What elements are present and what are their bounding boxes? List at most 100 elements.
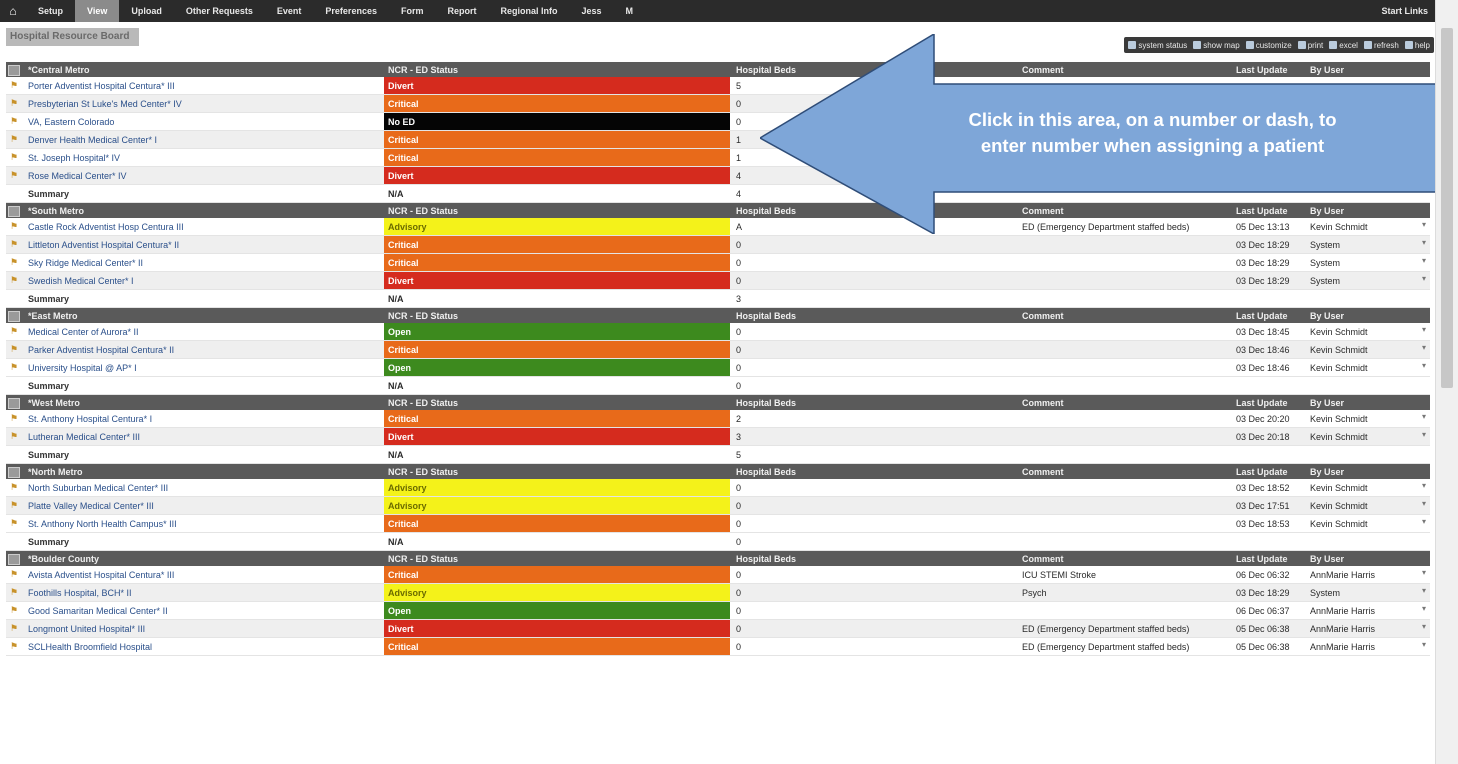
ed-status-cell[interactable]: Advisory <box>384 479 730 496</box>
row-menu-icon[interactable]: ▾ <box>1422 568 1426 577</box>
ed-status-cell[interactable]: Divert <box>384 272 730 289</box>
hospital-beds-cell[interactable]: 0 <box>732 515 1014 532</box>
comment-cell[interactable] <box>1018 254 1228 271</box>
row-menu-icon[interactable]: ▾ <box>1422 622 1426 631</box>
home-icon[interactable]: ⌂ <box>0 0 26 22</box>
hospital-beds-cell[interactable]: 0 <box>732 602 1014 619</box>
hospital-name-link[interactable]: Longmont United Hospital* III <box>6 620 380 637</box>
help-button[interactable]: help <box>1404 41 1430 50</box>
ed-status-cell[interactable]: Critical <box>384 131 730 148</box>
hospital-name-link[interactable]: Avista Adventist Hospital Centura* III <box>6 566 380 583</box>
comment-cell[interactable]: ICU STEMI Stroke <box>1018 566 1228 583</box>
row-menu-icon[interactable]: ▾ <box>1422 325 1426 334</box>
nav-item-report[interactable]: Report <box>435 0 488 22</box>
row-menu-icon[interactable]: ▾ <box>1422 256 1426 265</box>
hospital-name-link[interactable]: University Hospital @ AP* I <box>6 359 380 376</box>
comment-cell[interactable] <box>1018 236 1228 253</box>
ed-status-cell[interactable]: Divert <box>384 620 730 637</box>
row-menu-icon[interactable]: ▾ <box>1422 220 1426 229</box>
row-menu-icon[interactable]: ▾ <box>1422 499 1426 508</box>
hospital-name-link[interactable]: St. Anthony North Health Campus* III <box>6 515 380 532</box>
ed-status-cell[interactable]: Divert <box>384 77 730 94</box>
nav-item-jess[interactable]: Jess <box>569 0 613 22</box>
nav-item-preferences[interactable]: Preferences <box>313 0 389 22</box>
hospital-beds-cell[interactable]: 0 <box>732 323 1014 340</box>
hospital-name-link[interactable]: Denver Health Medical Center* I <box>6 131 380 148</box>
hospital-name-link[interactable]: Platte Valley Medical Center* III <box>6 497 380 514</box>
ed-status-cell[interactable]: Critical <box>384 149 730 166</box>
ed-status-cell[interactable]: Critical <box>384 638 730 655</box>
comment-cell[interactable]: Psych <box>1018 584 1228 601</box>
hospital-beds-cell[interactable]: 0 <box>732 359 1014 376</box>
row-menu-icon[interactable]: ▾ <box>1422 169 1426 178</box>
hospital-name-link[interactable]: Sky Ridge Medical Center* II <box>6 254 380 271</box>
comment-cell[interactable] <box>1018 77 1228 94</box>
hospital-name-link[interactable]: Medical Center of Aurora* II <box>6 323 380 340</box>
comment-cell[interactable] <box>1018 428 1228 445</box>
nav-item-m[interactable]: M <box>614 0 646 22</box>
nav-item-form[interactable]: Form <box>389 0 436 22</box>
comment-cell[interactable]: ED (Emergency Department staffed beds) <box>1018 620 1228 637</box>
comment-cell[interactable] <box>1018 359 1228 376</box>
ed-status-cell[interactable]: Critical <box>384 95 730 112</box>
hospital-name-link[interactable]: St. Anthony Hospital Centura* I <box>6 410 380 427</box>
comment-cell[interactable]: ED (Emergency Department staffed beds) <box>1018 638 1228 655</box>
customize-button[interactable]: customize <box>1245 41 1292 50</box>
hospital-beds-cell[interactable]: 0 <box>732 236 1014 253</box>
hospital-beds-cell[interactable]: 0 <box>732 566 1014 583</box>
ed-status-cell[interactable]: Open <box>384 602 730 619</box>
print-button[interactable]: print <box>1297 41 1323 50</box>
hospital-name-link[interactable]: Rose Medical Center* IV <box>6 167 380 184</box>
row-menu-icon[interactable]: ▾ <box>1422 430 1426 439</box>
hospital-name-link[interactable]: Good Samaritan Medical Center* II <box>6 602 380 619</box>
row-menu-icon[interactable]: ▾ <box>1422 238 1426 247</box>
refresh-button[interactable]: refresh <box>1363 41 1399 50</box>
hospital-name-link[interactable]: SCLHealth Broomfield Hospital <box>6 638 380 655</box>
ed-status-cell[interactable]: Critical <box>384 515 730 532</box>
system-status-button[interactable]: system status <box>1128 41 1187 50</box>
hospital-beds-cell[interactable]: 5 <box>732 77 1014 94</box>
row-menu-icon[interactable]: ▾ <box>1422 604 1426 613</box>
ed-status-cell[interactable]: No ED <box>384 113 730 130</box>
comment-cell[interactable] <box>1018 272 1228 289</box>
hospital-name-link[interactable]: VA, Eastern Colorado <box>6 113 380 130</box>
ed-status-cell[interactable]: Divert <box>384 167 730 184</box>
row-menu-icon[interactable]: ▾ <box>1422 412 1426 421</box>
nav-item-other-requests[interactable]: Other Requests <box>174 0 265 22</box>
comment-cell[interactable] <box>1018 497 1228 514</box>
hospital-name-link[interactable]: Littleton Adventist Hospital Centura* II <box>6 236 380 253</box>
ed-status-cell[interactable]: Advisory <box>384 497 730 514</box>
nav-item-event[interactable]: Event <box>265 0 314 22</box>
ed-status-cell[interactable]: Critical <box>384 236 730 253</box>
comment-cell[interactable] <box>1018 323 1228 340</box>
comment-cell[interactable] <box>1018 602 1228 619</box>
hospital-name-link[interactable]: Foothills Hospital, BCH* II <box>6 584 380 601</box>
user-links[interactable]: Start Links <box>1381 6 1436 16</box>
hospital-beds-cell[interactable]: 0 <box>732 272 1014 289</box>
hospital-beds-cell[interactable]: 2 <box>732 410 1014 427</box>
ed-status-cell[interactable]: Critical <box>384 410 730 427</box>
hospital-beds-cell[interactable]: 0 <box>732 620 1014 637</box>
excel-button[interactable]: excel <box>1329 41 1358 50</box>
hospital-beds-cell[interactable]: A <box>732 218 1014 235</box>
ed-status-cell[interactable]: Critical <box>384 341 730 358</box>
hospital-beds-cell[interactable]: 0 <box>732 341 1014 358</box>
hospital-name-link[interactable]: Presbyterian St Luke's Med Center* IV <box>6 95 380 112</box>
ed-status-cell[interactable]: Divert <box>384 428 730 445</box>
hospital-name-link[interactable]: North Suburban Medical Center* III <box>6 479 380 496</box>
ed-status-cell[interactable]: Open <box>384 359 730 376</box>
comment-cell[interactable] <box>1018 167 1228 184</box>
row-menu-icon[interactable]: ▾ <box>1422 640 1426 649</box>
hospital-beds-cell[interactable]: 4 <box>732 167 1014 184</box>
row-menu-icon[interactable]: ▾ <box>1422 274 1426 283</box>
row-menu-icon[interactable]: ▾ <box>1422 481 1426 490</box>
scrollbar-thumb[interactable] <box>1441 28 1453 388</box>
nav-item-setup[interactable]: Setup <box>26 0 75 22</box>
hospital-beds-cell[interactable]: 0 <box>732 497 1014 514</box>
row-menu-icon[interactable]: ▾ <box>1422 586 1426 595</box>
hospital-name-link[interactable]: Lutheran Medical Center* III <box>6 428 380 445</box>
row-menu-icon[interactable]: ▾ <box>1422 517 1426 526</box>
nav-item-upload[interactable]: Upload <box>119 0 174 22</box>
hospital-name-link[interactable]: Porter Adventist Hospital Centura* III <box>6 77 380 94</box>
ed-status-cell[interactable]: Critical <box>384 566 730 583</box>
